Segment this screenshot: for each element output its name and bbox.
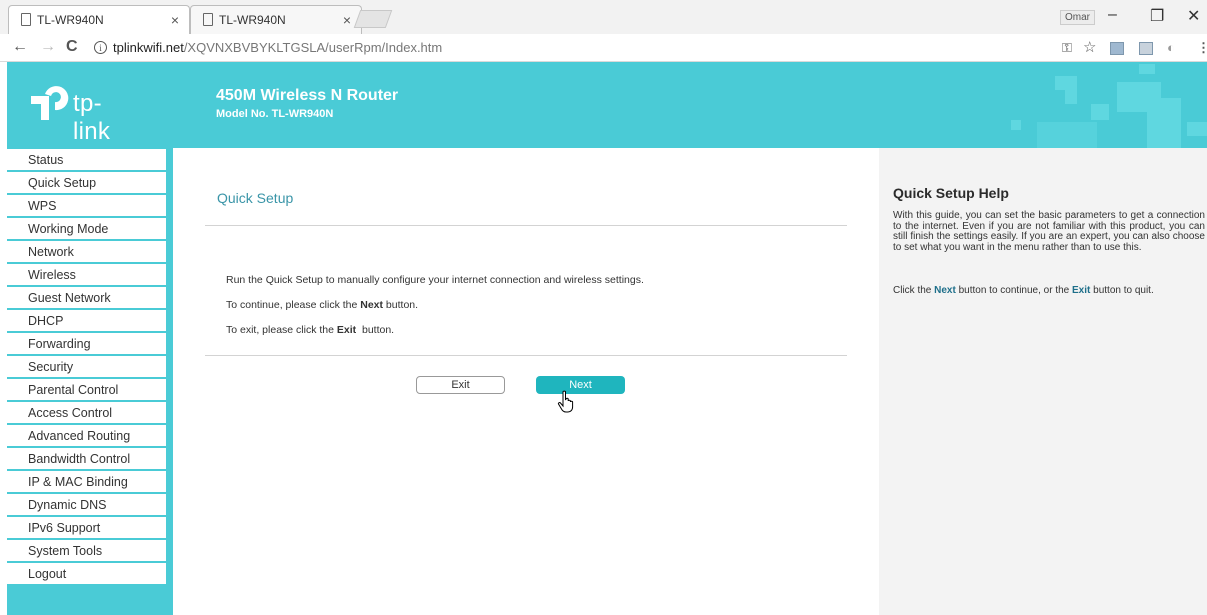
page-icon <box>21 13 31 26</box>
router-header: tp-link 450M Wireless N Router Model No.… <box>7 62 1207 148</box>
decoration <box>1147 98 1181 148</box>
next-button[interactable]: Next <box>536 376 625 394</box>
main-content: Quick Setup Run the Quick Setup to manua… <box>173 148 879 615</box>
decoration <box>1187 122 1207 136</box>
profile-badge[interactable]: Omar <box>1060 10 1095 25</box>
divider <box>205 355 847 356</box>
key-icon[interactable]: ⚿ <box>1062 40 1072 56</box>
reload-icon[interactable]: C <box>66 38 78 56</box>
page-icon <box>203 13 213 26</box>
decoration <box>1139 64 1155 74</box>
tab-title: TL-WR940N <box>37 13 104 27</box>
close-tab-icon[interactable]: × <box>343 12 351 28</box>
url-path: /XQVNXBVBYKLTGSLA/userRpm/Index.htm <box>183 40 443 55</box>
sidebar-item-parental-control[interactable]: Parental Control <box>7 379 166 401</box>
instruction-text: button. <box>383 299 419 311</box>
close-tab-icon[interactable]: × <box>171 12 179 28</box>
sidebar-item-bandwidth-control[interactable]: Bandwidth Control <box>7 448 166 470</box>
tp-link-logo-icon <box>31 86 69 120</box>
instruction-text: To exit, please click the <box>226 324 337 336</box>
sidebar-menu: Status Quick Setup WPS Working Mode Netw… <box>7 148 173 615</box>
help-next-keyword: Next <box>934 285 956 296</box>
decoration <box>1055 76 1077 90</box>
page-title: Quick Setup <box>217 190 294 206</box>
close-window-icon[interactable]: ✕ <box>1187 6 1200 26</box>
help-text: With this guide, you can set the basic p… <box>893 210 1205 253</box>
extension-icon[interactable] <box>1110 42 1124 55</box>
divider <box>205 225 847 226</box>
sidebar-item-dhcp[interactable]: DHCP <box>7 310 166 332</box>
sidebar-item-quick-setup[interactable]: Quick Setup <box>7 172 166 194</box>
sidebar-item-security[interactable]: Security <box>7 356 166 378</box>
extension-icon[interactable]: ◐ <box>1167 40 1175 55</box>
help-title: Quick Setup Help <box>893 185 1009 201</box>
instruction-bold: Exit <box>336 324 357 336</box>
help-panel: Quick Setup Help With this guide, you ca… <box>879 148 1207 615</box>
sidebar-item-advanced-routing[interactable]: Advanced Routing <box>7 425 166 447</box>
browser-tab-2[interactable]: TL-WR940N × <box>190 5 362 34</box>
instruction-text: button. <box>356 324 395 336</box>
sidebar-item-system-tools[interactable]: System Tools <box>7 540 166 562</box>
instruction-text: To continue, please click the <box>226 299 361 311</box>
sidebar-item-wps[interactable]: WPS <box>7 195 166 217</box>
sidebar-item-ip-mac-binding[interactable]: IP & MAC Binding <box>7 471 166 493</box>
exit-button[interactable]: Exit <box>416 376 505 394</box>
address-bar[interactable]: tplinkwifi.net/XQVNXBVBYKLTGSLA/userRpm/… <box>113 40 442 55</box>
logo-text: tp-link <box>73 90 111 145</box>
help-instruction-text: Click the <box>893 285 935 296</box>
decoration <box>1065 90 1077 104</box>
extension-icon[interactable] <box>1139 42 1153 55</box>
help-instruction-text: button to continue, or the <box>955 285 1073 296</box>
info-icon[interactable]: i <box>94 41 107 54</box>
instruction-bold: Next <box>360 299 384 311</box>
sidebar-item-status[interactable]: Status <box>7 149 166 171</box>
decoration <box>1011 120 1021 130</box>
new-tab-button[interactable] <box>353 10 393 28</box>
sidebar-item-network[interactable]: Network <box>7 241 166 263</box>
forward-icon[interactable]: → <box>40 38 56 56</box>
sidebar-item-ipv6-support[interactable]: IPv6 Support <box>7 517 166 539</box>
sidebar-item-wireless[interactable]: Wireless <box>7 264 166 286</box>
tab-title: TL-WR940N <box>219 13 286 27</box>
browser-tab-1[interactable]: TL-WR940N × <box>8 5 190 34</box>
browser-toolbar: ← → C i tplinkwifi.net/XQVNXBVBYKLTGSLA/… <box>0 34 1207 62</box>
sidebar-item-forwarding[interactable]: Forwarding <box>7 333 166 355</box>
minimize-icon[interactable]: – <box>1108 6 1117 24</box>
back-icon[interactable]: ← <box>12 38 28 56</box>
help-exit-keyword: Exit <box>1072 285 1091 296</box>
bookmark-star-icon[interactable]: ☆ <box>1083 38 1096 56</box>
intro-text: Run the Quick Setup to manually configur… <box>226 274 644 286</box>
sidebar-item-logout[interactable]: Logout <box>7 563 166 585</box>
sidebar-item-access-control[interactable]: Access Control <box>7 402 166 424</box>
decoration <box>1091 104 1109 120</box>
menu-kebab-icon[interactable]: ⋮ <box>1197 40 1207 56</box>
help-instruction-text: button to quit. <box>1090 285 1154 296</box>
sidebar-item-dynamic-dns[interactable]: Dynamic DNS <box>7 494 166 516</box>
decoration <box>1037 122 1097 148</box>
sidebar-item-guest-network[interactable]: Guest Network <box>7 287 166 309</box>
restore-icon[interactable]: ❐ <box>1150 6 1164 26</box>
sidebar-item-working-mode[interactable]: Working Mode <box>7 218 166 240</box>
product-title: 450M Wireless N Router <box>216 87 399 104</box>
url-host: tplinkwifi.net <box>113 40 184 55</box>
exit-instruction: To exit, please click the Exit button. <box>226 324 394 336</box>
browser-tab-bar: TL-WR940N × TL-WR940N × Omar – ❐ ✕ <box>0 0 1207 34</box>
help-instruction: Click the Next button to continue, or th… <box>893 285 1154 296</box>
continue-instruction: To continue, please click the Next butto… <box>226 299 418 311</box>
model-number: Model No. TL-WR940N <box>216 108 334 120</box>
hand-cursor-icon <box>557 390 574 413</box>
